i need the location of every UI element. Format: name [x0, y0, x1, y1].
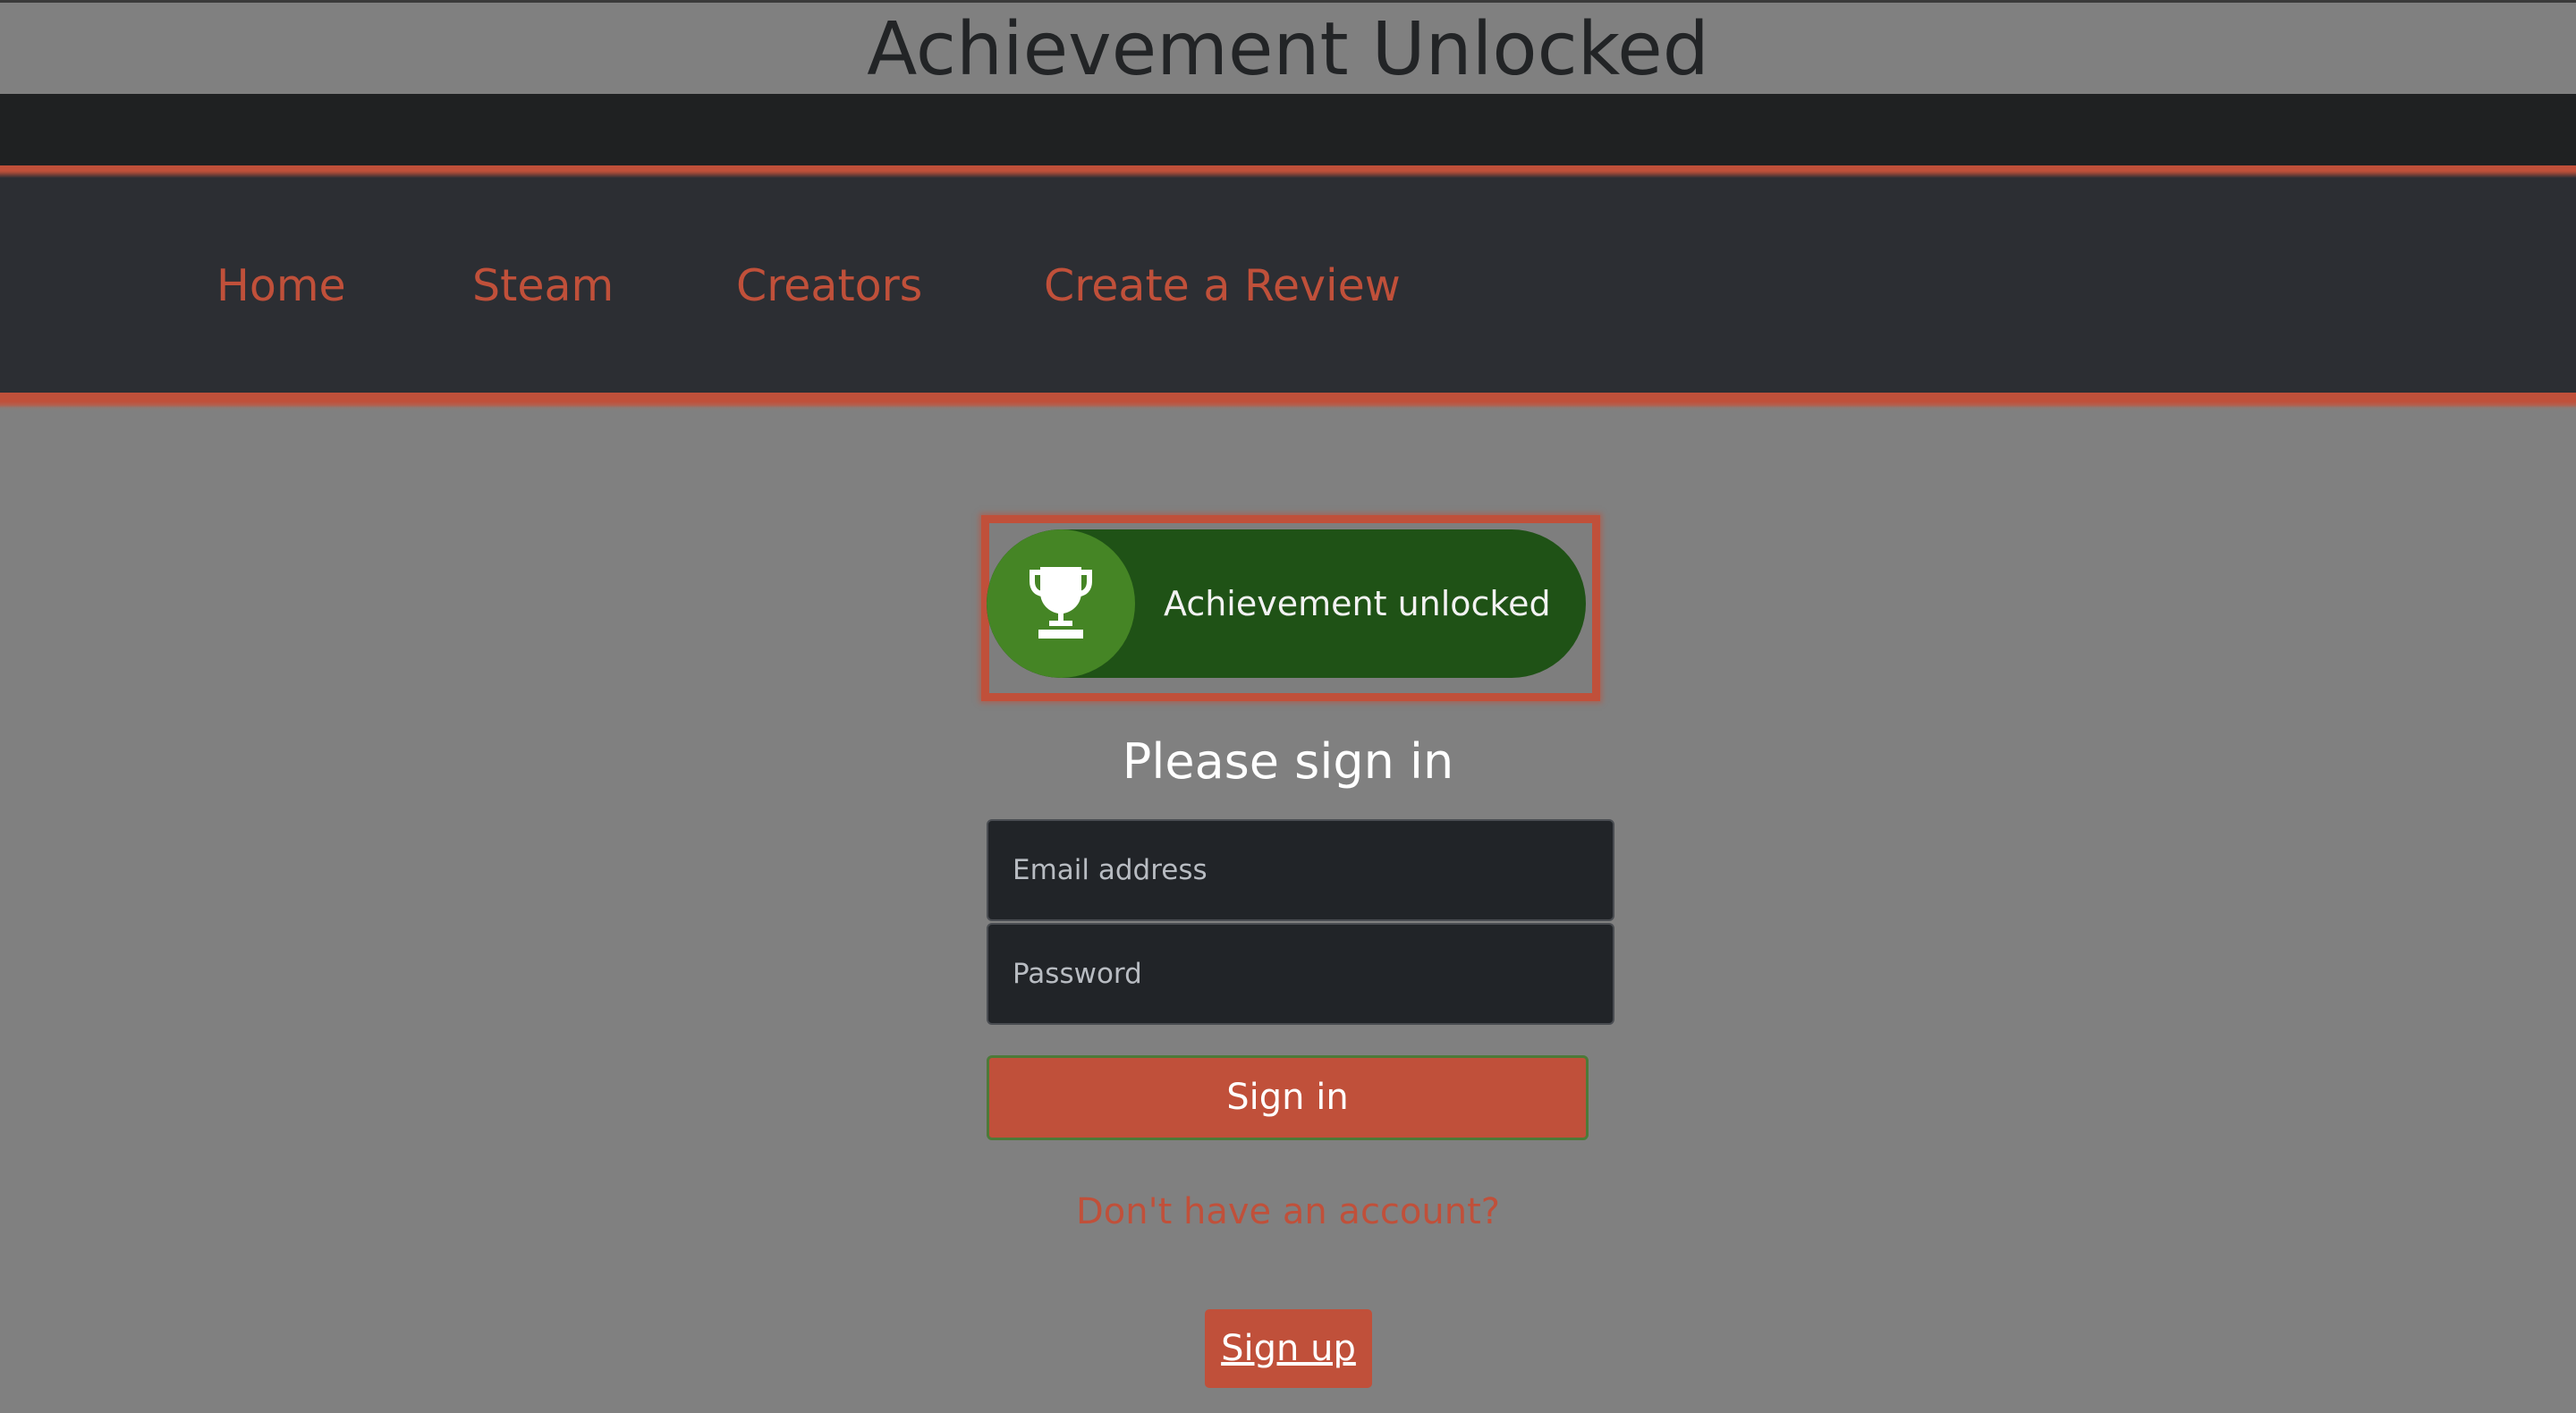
trophy-icon	[1030, 567, 1092, 639]
achievement-badge: Achievement unlocked	[987, 529, 1586, 678]
password-field[interactable]	[987, 923, 1614, 1025]
top-rule	[0, 0, 2576, 3]
nav-top-accent-rule	[0, 165, 2576, 178]
nav-link-home[interactable]: Home	[216, 255, 346, 317]
nav-bottom-accent-rule	[0, 393, 2576, 410]
header-dark-bar	[0, 94, 2576, 165]
email-field[interactable]	[987, 819, 1614, 921]
achievement-badge-icon-circle	[987, 529, 1135, 678]
achievement-badge-text: Achievement unlocked	[1164, 584, 1551, 623]
sign-in-button[interactable]: Sign in	[987, 1055, 1589, 1140]
sign-up-button[interactable]: Sign up	[1205, 1309, 1372, 1388]
site-title: Achievement Unlocked	[867, 7, 1709, 92]
nav-link-creators[interactable]: Creators	[736, 255, 922, 317]
no-account-link[interactable]: Don't have an account?	[0, 1185, 2576, 1239]
nav-link-steam[interactable]: Steam	[472, 255, 614, 317]
nav-link-create-review[interactable]: Create a Review	[1044, 255, 1401, 317]
signin-heading: Please sign in	[1122, 733, 1454, 790]
